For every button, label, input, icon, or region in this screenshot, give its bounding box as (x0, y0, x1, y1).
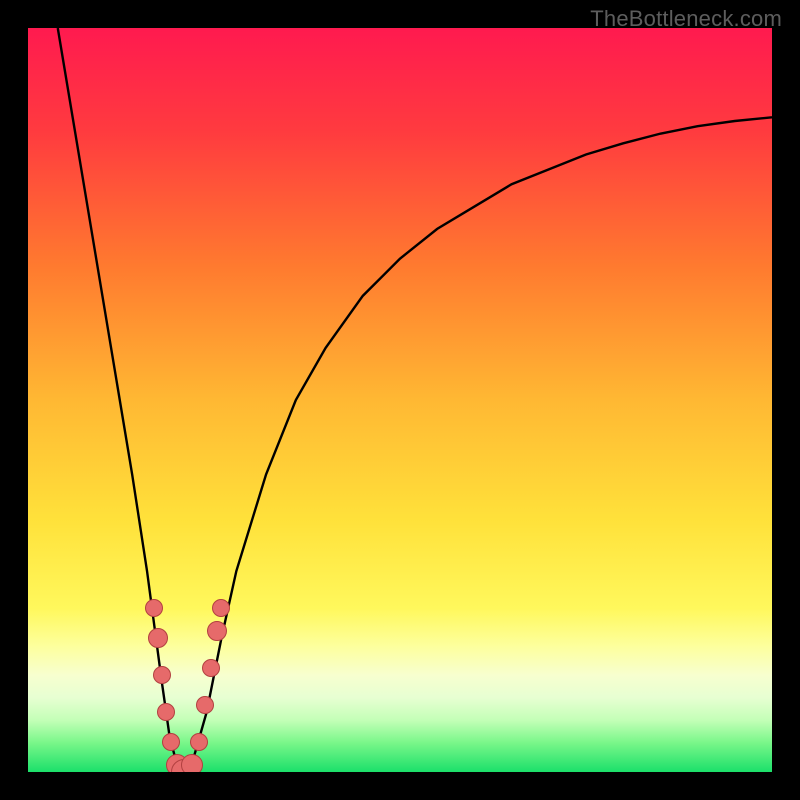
data-marker (162, 733, 180, 751)
data-marker (207, 621, 227, 641)
plot-area (28, 28, 772, 772)
data-marker (202, 659, 220, 677)
bottleneck-curve (28, 28, 772, 772)
data-marker (181, 754, 203, 772)
data-marker (190, 733, 208, 751)
data-marker (153, 666, 171, 684)
data-marker (145, 599, 163, 617)
data-marker (212, 599, 230, 617)
watermark-text: TheBottleneck.com (590, 6, 782, 32)
data-marker (148, 628, 168, 648)
chart-frame: TheBottleneck.com (0, 0, 800, 800)
data-marker (196, 696, 214, 714)
data-marker (157, 703, 175, 721)
